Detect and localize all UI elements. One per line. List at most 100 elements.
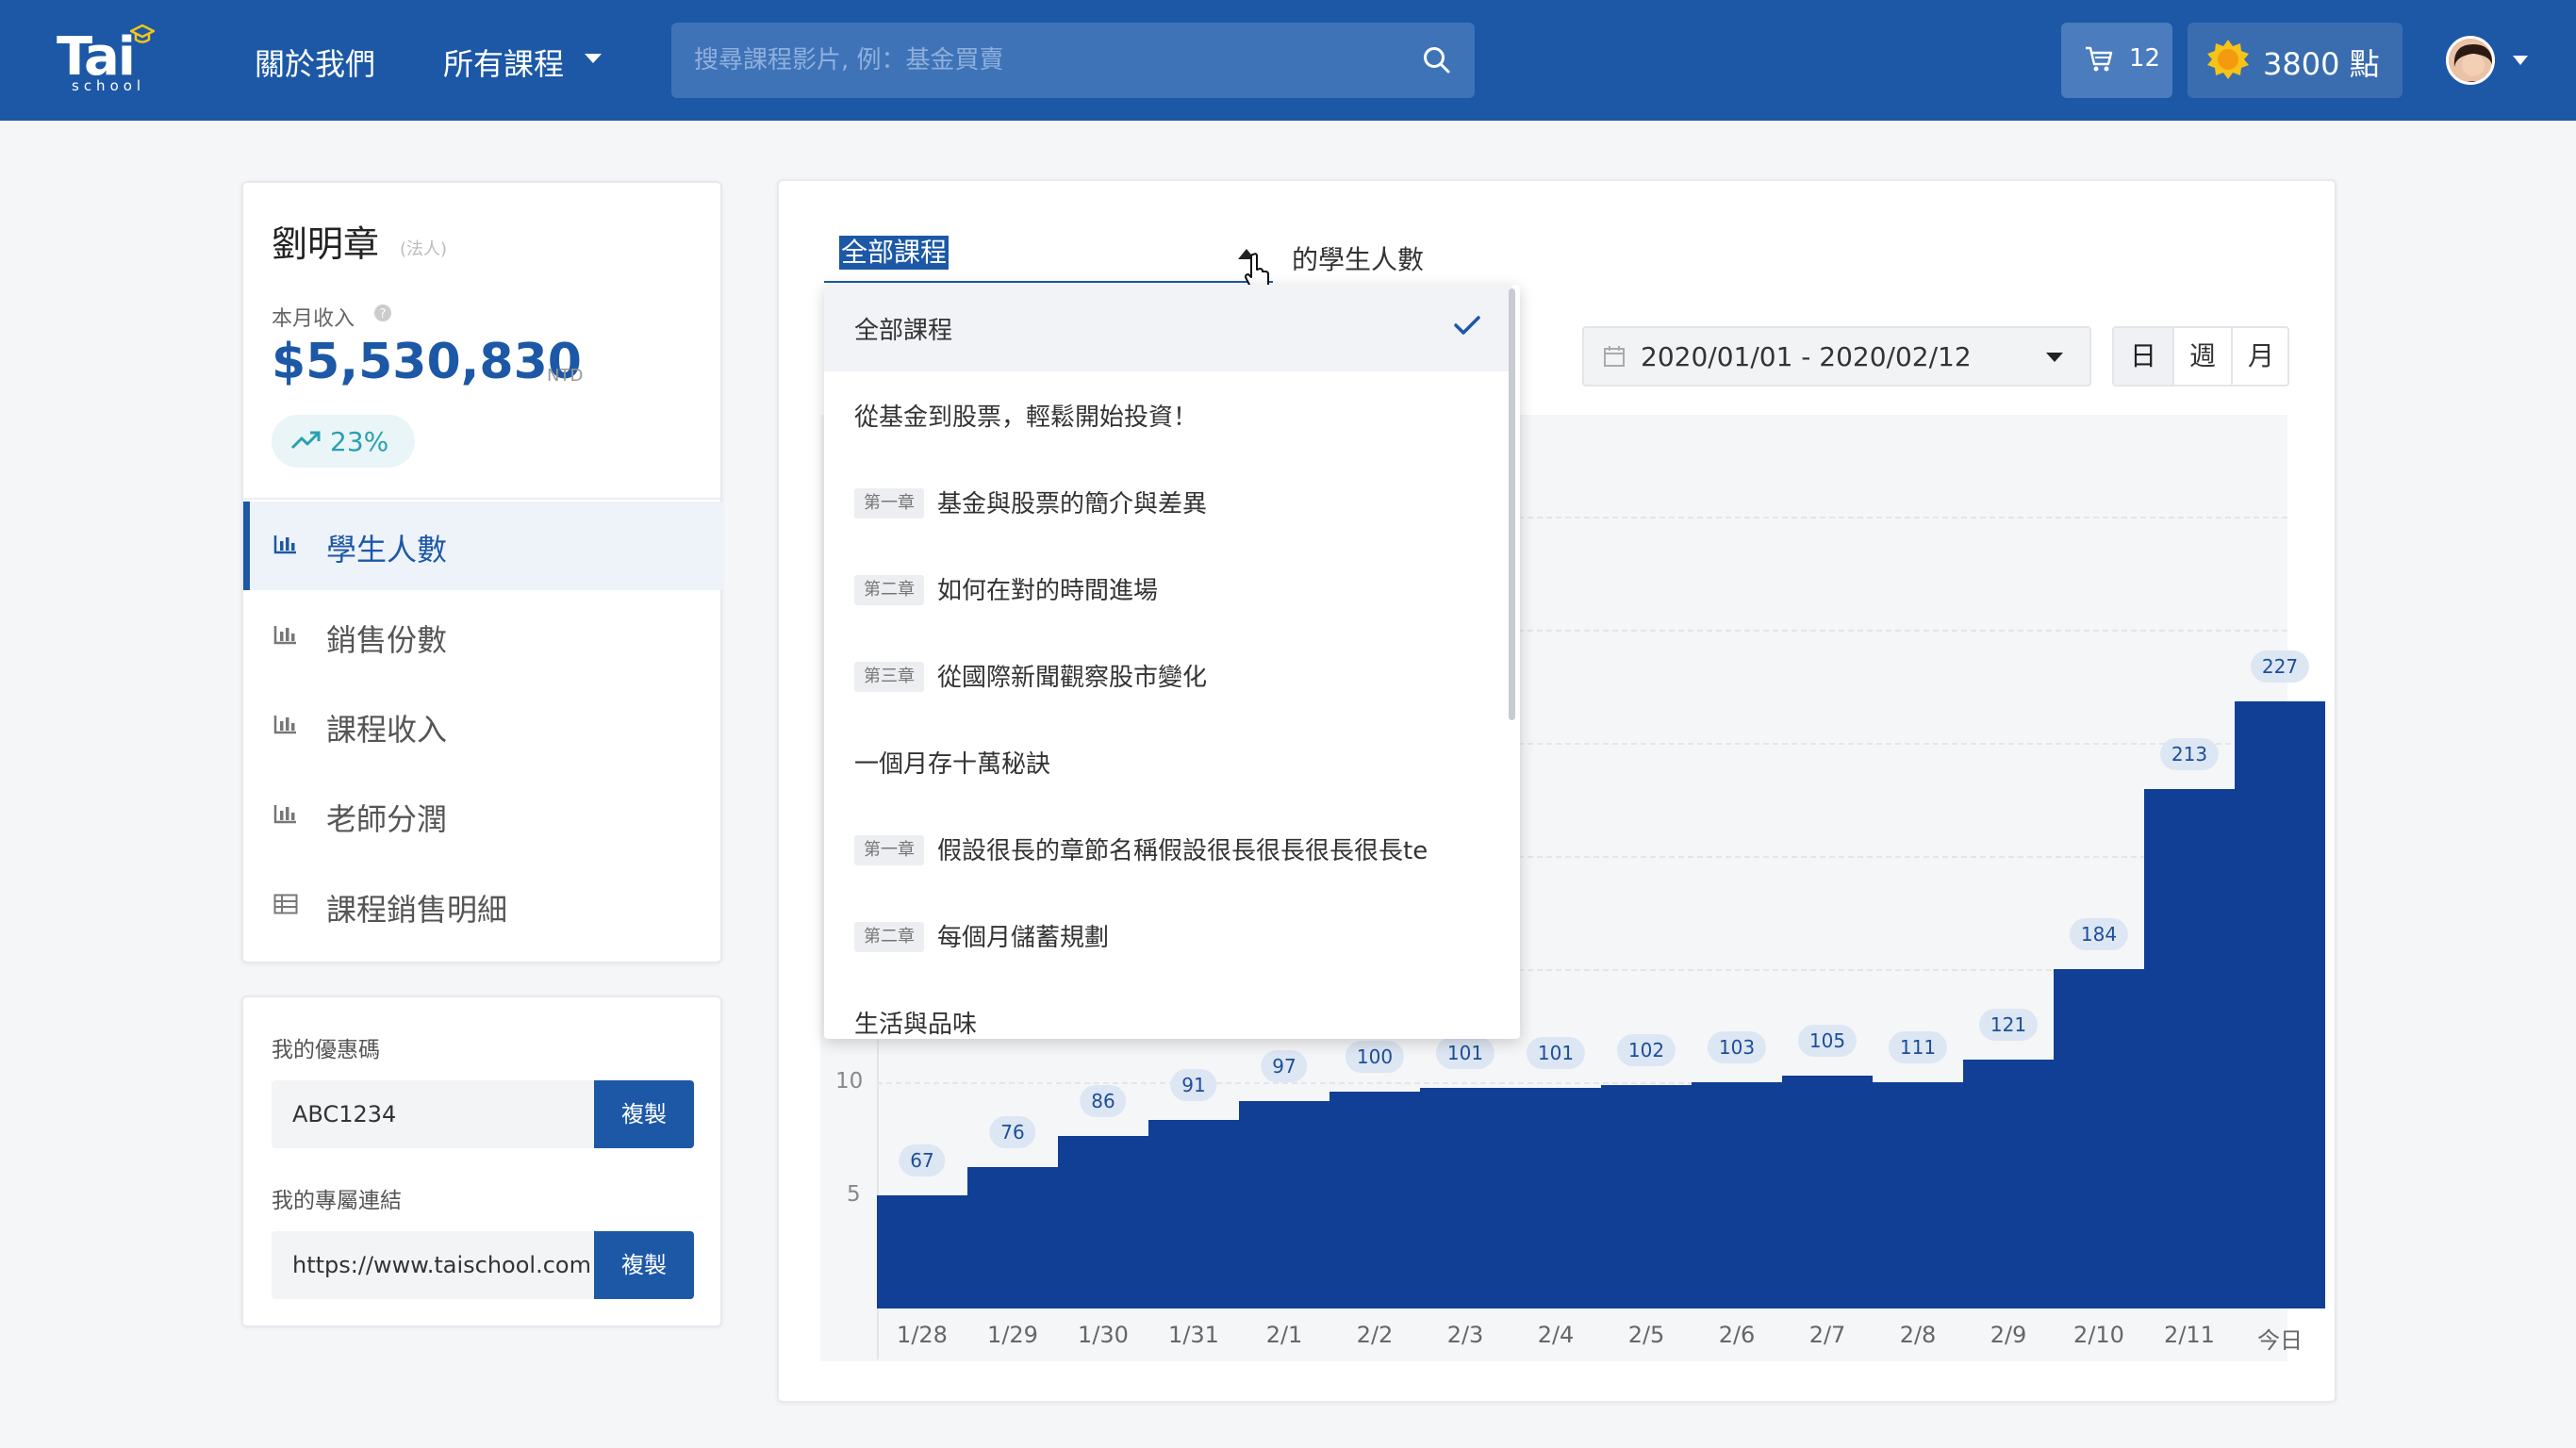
chart-bar[interactable]	[1963, 1060, 2054, 1308]
chart-metric-suffix: 的學生人數	[1292, 244, 1425, 275]
menu-item-course-income[interactable]: 課程收入	[243, 682, 724, 770]
caret-down-icon	[2046, 353, 2063, 362]
chapter-tag: 第二章	[854, 575, 924, 605]
chart-bar[interactable]	[2054, 969, 2144, 1308]
menu-item-label: 課程收入	[326, 712, 448, 748]
date-range-picker[interactable]: 2020/01/01 - 2020/02/12	[1582, 326, 2091, 387]
copy-link-button[interactable]: 複製	[594, 1231, 694, 1299]
divider	[243, 498, 720, 500]
cart-count: 12	[2129, 44, 2161, 73]
dropdown-option-chapter[interactable]: 第一章 假設很長的章節名稱假設很長很長很長很長te	[824, 805, 1512, 892]
period-toggle: 日 週 月	[2112, 326, 2289, 387]
income-label: 本月收入	[272, 307, 355, 331]
search-input[interactable]	[694, 23, 1392, 98]
dropdown-option-label: 生活與品味	[854, 1011, 978, 1039]
chart-bar[interactable]	[1058, 1135, 1148, 1308]
course-select[interactable]: 全部課程	[824, 226, 1273, 283]
nav-all-courses[interactable]: 所有課程	[443, 41, 602, 84]
growth-value: 23%	[330, 426, 389, 457]
svg-text:?: ?	[380, 307, 387, 321]
referral-link-input[interactable]	[292, 1231, 613, 1299]
menu-item-teacher-share[interactable]: 老師分潤	[243, 771, 724, 860]
coupon-card: 我的優惠碼 複製 我的專屬連結 複製	[241, 996, 722, 1327]
dropdown-scrollbar[interactable]	[1509, 288, 1515, 720]
dropdown-option-label: 假設很長的章節名稱假設很長很長很長很長te	[937, 837, 1428, 865]
period-month-button[interactable]: 月	[2231, 328, 2289, 385]
income-unit: NTD	[547, 366, 584, 386]
dropdown-option-chapter[interactable]: 第二章 如何在對的時間進場	[824, 545, 1512, 632]
referral-link-field: 複製	[272, 1231, 694, 1299]
dropdown-option[interactable]: 生活與品味	[824, 979, 1512, 1039]
caret-down-icon	[585, 54, 602, 63]
search-box	[671, 23, 1475, 98]
nav-all-courses-label: 所有課程	[443, 46, 565, 82]
help-icon[interactable]: ?	[373, 304, 392, 322]
chart-bar[interactable]	[1511, 1088, 1601, 1308]
dropdown-option-label: 基金與股票的簡介與差異	[937, 490, 1208, 518]
period-day-button[interactable]: 日	[2114, 328, 2172, 385]
bar-value-label: 101	[1526, 1037, 1586, 1070]
dropdown-option[interactable]: 一個月存十萬秘訣	[824, 718, 1512, 805]
calendar-icon	[1604, 346, 1625, 367]
search-icon[interactable]	[1422, 45, 1452, 75]
chart-bar[interactable]	[1239, 1100, 1329, 1308]
dropdown-option-chapter[interactable]: 第一章 基金與股票的簡介與差異	[824, 458, 1512, 545]
x-tick-label: 2/10	[2073, 1322, 2124, 1348]
avatar-image	[2449, 39, 2492, 82]
user-type-tag: (法人)	[400, 239, 448, 259]
site-logo[interactable]: Tai school	[57, 25, 170, 96]
menu-item-label: 老師分潤	[326, 801, 448, 837]
dropdown-option[interactable]: 從基金到股票，輕鬆開始投資！	[824, 371, 1512, 458]
dropdown-option-chapter[interactable]: 第二章 每個月儲蓄規劃	[824, 892, 1512, 979]
chart-bar[interactable]	[1601, 1085, 1692, 1308]
bar-value-label: 213	[2159, 737, 2220, 770]
dropdown-option-chapter[interactable]: 第三章 從國際新聞觀察股市變化	[824, 632, 1512, 718]
bar-chart-icon	[273, 626, 296, 645]
cart-button[interactable]: 12	[2061, 23, 2172, 98]
growth-badge: 23%	[272, 415, 415, 468]
chart-bar[interactable]	[1692, 1081, 1782, 1308]
bar-chart-icon	[273, 716, 296, 734]
chart-bar[interactable]	[2235, 701, 2325, 1308]
copy-code-button[interactable]: 複製	[594, 1080, 694, 1148]
chart-bar[interactable]	[1329, 1091, 1420, 1308]
chart-bar[interactable]	[2144, 788, 2235, 1308]
referral-link-label: 我的專屬連結	[272, 1189, 402, 1213]
bar-value-label: 67	[899, 1144, 946, 1176]
bar-chart-icon	[273, 535, 296, 554]
dropdown-option[interactable]: 全部課程	[824, 285, 1512, 371]
x-tick-label: 2/7	[1808, 1322, 1846, 1348]
course-dropdown-menu: 全部課程 從基金到股票，輕鬆開始投資！ 第一章 基金與股票的簡介與差異 第二章 …	[824, 285, 1520, 1039]
bar-value-label: 86	[1080, 1084, 1127, 1117]
x-tick-label: 2/1	[1265, 1322, 1303, 1348]
chart-bar[interactable]	[1420, 1088, 1511, 1308]
chapter-tag: 第一章	[854, 835, 924, 865]
dropdown-option-label: 從基金到股票，輕鬆開始投資！	[854, 403, 1198, 432]
menu-item-student-count[interactable]: 學生人數	[243, 502, 724, 590]
course-select-value: 全部課程	[839, 236, 949, 270]
menu-item-sales-count[interactable]: 銷售份數	[243, 592, 724, 681]
x-tick-label: 2/3	[1446, 1322, 1484, 1348]
table-icon	[273, 894, 298, 914]
bar-value-label: 101	[1435, 1037, 1495, 1070]
cart-icon	[2086, 46, 2113, 72]
medal-icon	[2207, 40, 2249, 79]
nav-about[interactable]: 關於我們	[255, 41, 375, 84]
x-tick-label: 1/30	[1078, 1322, 1129, 1348]
x-tick-label: 2/4	[1537, 1322, 1575, 1348]
chart-bar[interactable]	[967, 1166, 1058, 1308]
chart-bar[interactable]	[877, 1195, 967, 1308]
account-menu-caret-icon[interactable]	[2512, 55, 2529, 66]
period-week-button[interactable]: 週	[2172, 328, 2231, 385]
chart-bar[interactable]	[1873, 1082, 1963, 1308]
user-avatar[interactable]	[2446, 36, 2495, 85]
bar-value-label: 227	[2250, 650, 2310, 683]
chapter-tag: 第二章	[854, 922, 924, 952]
x-tick-label: 2/6	[1718, 1322, 1756, 1348]
points-button[interactable]: 3800 點	[2188, 23, 2403, 98]
x-tick-label: 1/31	[1168, 1322, 1219, 1348]
chart-bar[interactable]	[1782, 1076, 1873, 1308]
menu-item-sales-detail[interactable]: 課程銷售明細	[243, 862, 724, 950]
chart-bar[interactable]	[1148, 1119, 1239, 1308]
coupon-code-input[interactable]	[292, 1080, 613, 1148]
